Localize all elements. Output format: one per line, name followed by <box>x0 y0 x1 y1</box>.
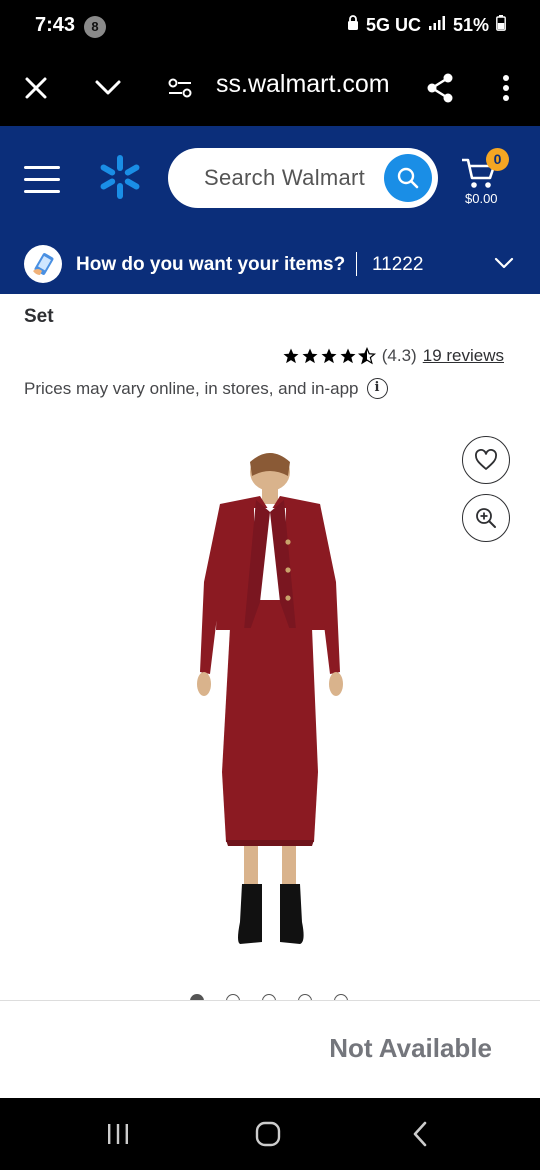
spark-icon <box>100 155 140 199</box>
add-to-favorites-button[interactable] <box>462 436 510 484</box>
status-time: 7:43 <box>35 14 76 36</box>
prices-note-text: Prices may vary online, in stores, and i… <box>24 378 359 398</box>
info-icon[interactable]: i <box>366 378 388 399</box>
rating-value: (4.3) <box>381 346 417 365</box>
more-vertical-icon <box>503 75 509 101</box>
product-details: Set (4.3) 19 reviews Prices may vary onl… <box>0 294 540 1000</box>
star-filled-icon <box>283 348 299 364</box>
notification-count-badge: 8 <box>84 16 106 38</box>
status-indicators: 5G UC 51% <box>347 15 506 36</box>
close-tab-button[interactable] <box>14 66 58 110</box>
star-filled-icon <box>302 348 318 364</box>
star-half-icon <box>357 347 376 365</box>
zoom-image-button[interactable] <box>462 494 510 542</box>
menu-icon-bar <box>24 190 60 193</box>
more-options-button[interactable] <box>484 66 528 110</box>
battery-icon <box>496 15 506 36</box>
fulfillment-selector[interactable]: How do you want your items? 11222 <box>0 230 540 294</box>
rating-stars <box>282 347 376 365</box>
heart-icon <box>475 449 497 470</box>
close-icon <box>25 77 47 99</box>
product-image[interactable] <box>150 452 400 952</box>
system-navigation-bar <box>0 1098 540 1170</box>
product-rating[interactable]: (4.3) 19 reviews <box>282 346 504 366</box>
delivery-prompt: How do you want your items? <box>76 254 346 275</box>
status-bar: 7:43 8 5G UC 51% <box>0 0 540 52</box>
availability-status: Not Available <box>329 1033 492 1063</box>
delivery-phone-icon <box>24 245 62 283</box>
prices-disclaimer: Prices may vary online, in stores, and i… <box>24 378 388 399</box>
availability-bar: Not Available <box>0 1000 540 1098</box>
network-type: 5G UC <box>365 15 421 35</box>
search-icon <box>397 167 419 189</box>
home-button[interactable] <box>248 1116 288 1152</box>
search-bar[interactable]: Search Walmart <box>168 148 438 208</box>
reviews-link[interactable]: 19 reviews <box>423 346 504 366</box>
cart-count-badge: 0 <box>486 148 509 171</box>
url-text[interactable]: ss.walmart.com <box>216 70 390 99</box>
recent-apps-button[interactable] <box>98 1116 138 1152</box>
product-title: Set <box>24 306 54 327</box>
back-icon <box>413 1121 427 1147</box>
back-button[interactable] <box>400 1116 440 1152</box>
cart-button[interactable]: 0 $0.00 <box>458 148 518 208</box>
share-icon <box>427 73 453 103</box>
home-icon <box>255 1121 281 1147</box>
site-settings-button[interactable] <box>158 66 202 110</box>
zoom-in-icon <box>476 508 496 528</box>
recent-apps-icon <box>108 1124 128 1144</box>
browser-toolbar: ss.walmart.com <box>0 52 540 126</box>
tune-icon <box>168 78 192 98</box>
walmart-spark-logo[interactable] <box>96 153 144 201</box>
star-filled-icon <box>321 348 337 364</box>
share-button[interactable] <box>418 66 462 110</box>
lock-icon <box>347 15 359 36</box>
zip-code: 11222 <box>372 254 424 275</box>
search-button[interactable] <box>384 154 432 202</box>
cart-total: $0.00 <box>465 191 498 206</box>
chevron-down-icon <box>494 256 514 274</box>
signal-icon <box>428 15 446 36</box>
battery-level: 51% <box>452 15 489 35</box>
divider <box>356 252 357 276</box>
minimize-button[interactable] <box>86 66 130 110</box>
menu-button[interactable] <box>24 166 60 196</box>
chevron-down-icon <box>95 80 121 95</box>
site-header: Search Walmart 0 $0.00 How do you want y… <box>0 126 540 294</box>
model-in-cardigan-skirt-set-image <box>197 453 343 944</box>
menu-icon-bar <box>24 178 60 181</box>
search-input[interactable]: Search Walmart <box>204 165 365 191</box>
menu-icon-bar <box>24 166 60 169</box>
star-filled-icon <box>340 348 356 364</box>
